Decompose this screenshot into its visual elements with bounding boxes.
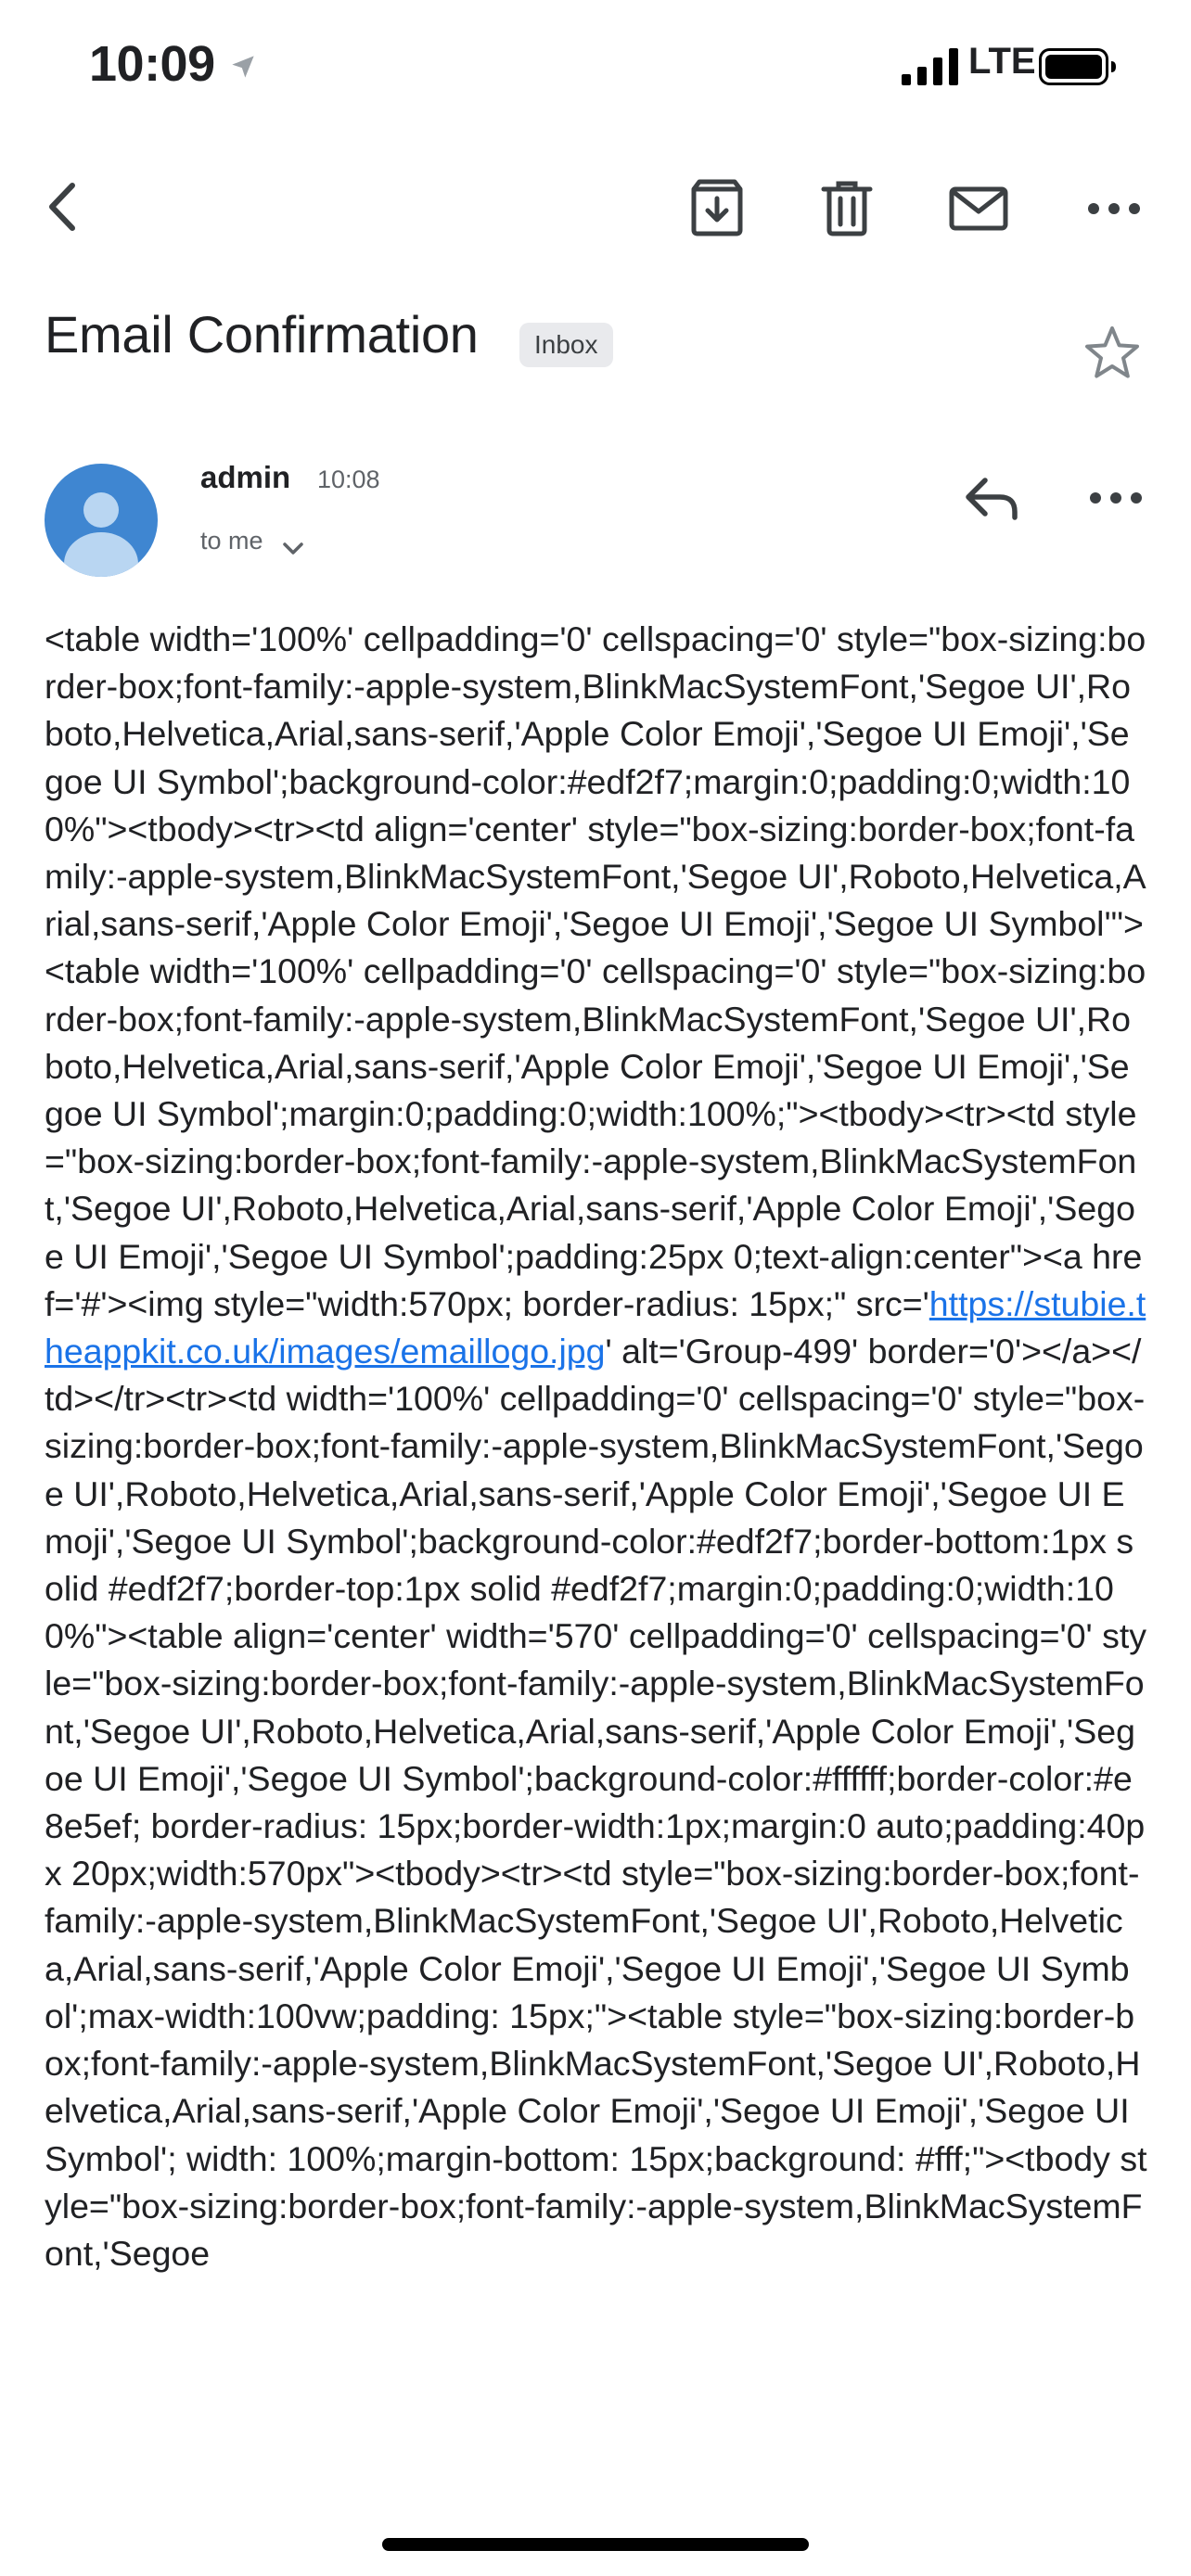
back-button[interactable] [32,174,96,239]
email-body: <table width='100%' cellpadding='0' cell… [45,616,1148,2277]
sent-time: 10:08 [317,465,380,493]
recipient-label[interactable]: to me [200,527,263,555]
more-options-button[interactable] [1082,176,1146,241]
subject-row: Email Confirmation Inbox [45,304,1148,388]
more-horizontal-icon [1088,203,1140,214]
body-text-after-link: ' alt='Group-499' border='0'></a></td></… [45,1332,1147,2273]
inbox-label-chip[interactable]: Inbox [519,323,613,367]
location-arrow-icon [232,56,254,78]
mark-unread-button[interactable] [946,176,1011,241]
status-time: 10:09 [89,36,215,92]
network-type: LTE [968,41,1036,82]
chevron-down-icon[interactable] [280,536,306,562]
body-text-before-link: <table width='100%' cellpadding='0' cell… [45,619,1146,1323]
reply-icon[interactable] [959,465,1024,530]
battery-icon [1039,48,1116,85]
sender-avatar[interactable] [45,464,158,577]
status-bar: 10:09 LTE [0,0,1191,134]
message-more-icon[interactable] [1083,475,1148,521]
sender-name[interactable]: admin [200,460,290,495]
star-icon[interactable] [1082,323,1143,384]
delete-button[interactable] [814,176,879,241]
archive-button[interactable] [685,176,749,241]
home-indicator[interactable] [382,2538,809,2551]
chevron-left-icon [49,183,75,231]
archive-icon [691,179,743,236]
trash-icon [821,181,873,236]
email-subject: Email Confirmation [45,305,479,363]
person-avatar-icon [64,492,138,577]
mail-icon [949,186,1008,231]
signal-icon [902,48,958,85]
